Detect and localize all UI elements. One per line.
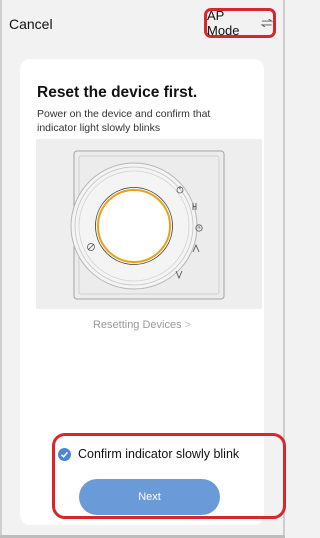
checkmark-icon[interactable] — [58, 447, 71, 461]
top-bar: Cancel AP Mode — [0, 0, 285, 50]
resetting-devices-label: Resetting Devices — [92, 319, 182, 331]
resetting-devices-link[interactable]: Resetting Devices > — [20, 319, 264, 331]
confirm-label: Confirm indicator slowly blink — [78, 447, 240, 461]
ap-mode-label: AP Mode — [207, 8, 240, 38]
screen: Cancel AP Mode Reset the device first. P… — [0, 0, 286, 538]
page-title: Reset the device first. — [37, 84, 198, 101]
ap-mode-button[interactable]: AP Mode — [204, 8, 276, 38]
device-illustration — [36, 139, 262, 309]
confirm-checkbox-row[interactable]: Confirm indicator slowly blink — [58, 443, 239, 465]
next-button[interactable]: Next — [79, 479, 220, 515]
chevron-right-icon: > — [184, 319, 192, 331]
instruction-text: Power on the device and confirm that ind… — [37, 108, 211, 134]
swap-arrows-icon — [261, 18, 273, 28]
frame-left-border — [0, 0, 2, 538]
cancel-button[interactable]: Cancel — [9, 16, 53, 32]
thermostat-drawing — [70, 150, 225, 300]
